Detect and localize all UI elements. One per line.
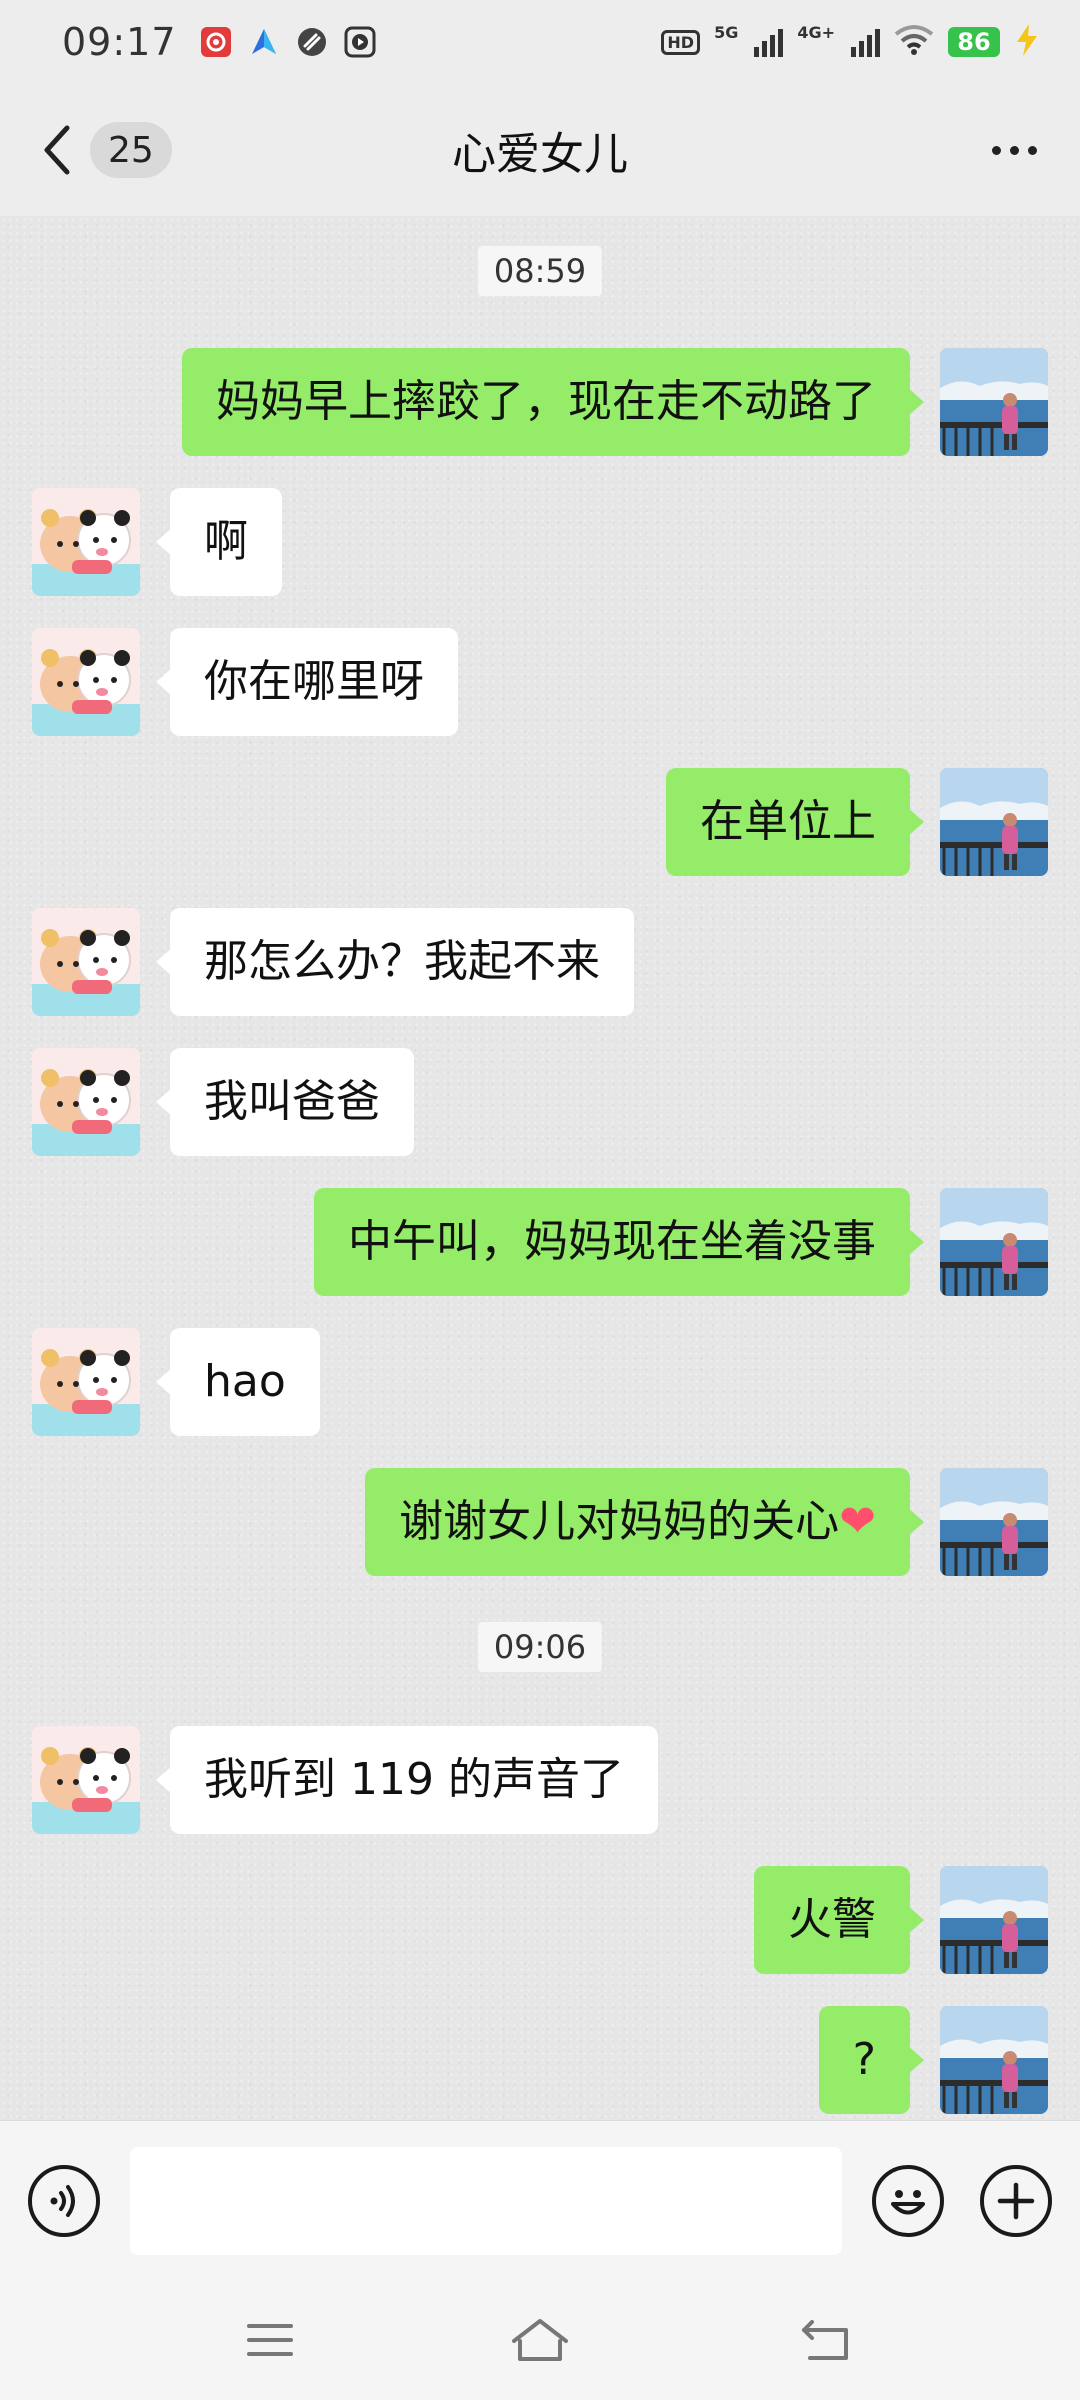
- time-divider: 08:59: [477, 246, 603, 296]
- contact-avatar[interactable]: [32, 488, 140, 596]
- self-avatar[interactable]: [940, 348, 1048, 456]
- more-dot-icon: [1009, 145, 1019, 155]
- emoji-button[interactable]: [872, 2165, 944, 2237]
- message-bubble[interactable]: 啊: [156, 488, 282, 596]
- navigation-icon: [247, 25, 281, 59]
- chevron-left-icon: [36, 122, 76, 178]
- battery-indicator: 86: [948, 27, 1000, 57]
- message-incoming: 我听到 119 的声音了: [0, 1726, 1080, 1834]
- message-incoming: 啊: [0, 488, 1080, 596]
- more-functions-button[interactable]: [980, 2165, 1052, 2237]
- link-icon: [295, 25, 329, 59]
- message-incoming: 你在哪里呀: [0, 628, 1080, 736]
- more-dot-icon: [1027, 145, 1037, 155]
- network-2-label: 4G+: [797, 23, 835, 42]
- signal-1-icon: [754, 27, 784, 57]
- message-bubble[interactable]: 我叫爸爸: [156, 1048, 414, 1156]
- back-arrow-icon: [802, 2320, 848, 2360]
- message-bubble[interactable]: 火警: [754, 1866, 924, 1974]
- message-incoming: hao: [0, 1328, 1080, 1436]
- message-outgoing: 在单位上: [0, 768, 1080, 876]
- message-outgoing: 火警: [0, 1866, 1080, 1974]
- contact-avatar[interactable]: [32, 1328, 140, 1436]
- contact-avatar[interactable]: [32, 908, 140, 1016]
- message-outgoing: 妈妈早上摔跤了，现在走不动路了: [0, 348, 1080, 456]
- chat-header: 25 心爱女儿: [0, 84, 1080, 216]
- message-bubble[interactable]: 在单位上: [666, 768, 924, 876]
- more-options-button[interactable]: [984, 130, 1044, 170]
- self-avatar[interactable]: [940, 1866, 1048, 1974]
- self-avatar[interactable]: [940, 2006, 1048, 2114]
- notification-icons: [199, 25, 377, 59]
- message-outgoing: 谢谢女儿对妈妈的关心❤: [0, 1468, 1080, 1576]
- chat-title: 心爱女儿: [452, 129, 628, 180]
- message-bubble[interactable]: 谢谢女儿对妈妈的关心❤: [365, 1468, 924, 1576]
- time-divider: 09:06: [477, 1622, 603, 1672]
- signal-2-icon: [851, 27, 880, 57]
- home-button[interactable]: [508, 2308, 572, 2372]
- home-icon: [512, 2319, 568, 2361]
- system-navigation-bar: [0, 2280, 1080, 2400]
- contact-avatar[interactable]: [32, 1048, 140, 1156]
- message-outgoing: ?: [0, 2006, 1080, 2114]
- message-incoming: 那怎么办？我起不来: [0, 908, 1080, 1016]
- app-notification-icon: [199, 25, 233, 59]
- heart-emoji-icon: ❤: [839, 1496, 876, 1547]
- contact-avatar[interactable]: [32, 1726, 140, 1834]
- status-left: 09:17: [62, 20, 377, 64]
- message-input[interactable]: [130, 2147, 842, 2255]
- contact-avatar[interactable]: [32, 628, 140, 736]
- charging-icon: [1014, 23, 1040, 61]
- recent-apps-button[interactable]: [238, 2308, 302, 2372]
- back-button[interactable]: 25: [36, 122, 172, 178]
- more-dot-icon: [991, 145, 1001, 155]
- message-text: 谢谢女儿对妈妈的关心: [399, 1496, 840, 1547]
- message-bubble[interactable]: 妈妈早上摔跤了，现在走不动路了: [182, 348, 924, 456]
- chat-message-list[interactable]: 08:59 妈妈早上摔跤了，现在走不动路了 啊 你在哪里呀 在单位上 那怎么办？…: [0, 216, 1080, 2120]
- self-avatar[interactable]: [940, 1468, 1048, 1576]
- self-avatar[interactable]: [940, 768, 1048, 876]
- network-1-label: 5G: [714, 23, 739, 42]
- message-outgoing: 中午叫，妈妈现在坐着没事: [0, 1188, 1080, 1296]
- message-bubble[interactable]: ?: [818, 2006, 925, 2114]
- message-bubble[interactable]: 中午叫，妈妈现在坐着没事: [314, 1188, 924, 1296]
- menu-icon: [247, 2324, 293, 2356]
- smiley-icon: [891, 2190, 925, 2215]
- voice-icon: [50, 2185, 75, 2217]
- status-right: HD 5G 4G+ 86: [661, 23, 1040, 61]
- message-bubble[interactable]: 你在哪里呀: [156, 628, 458, 736]
- message-bubble[interactable]: 那怎么办？我起不来: [156, 908, 634, 1016]
- unread-count-badge: 25: [90, 122, 172, 178]
- message-bubble[interactable]: 我听到 119 的声音了: [156, 1726, 658, 1834]
- message-bubble[interactable]: hao: [156, 1328, 320, 1436]
- wifi-icon: [894, 24, 934, 60]
- system-back-button[interactable]: [794, 2308, 858, 2372]
- message-incoming: 我叫爸爸: [0, 1048, 1080, 1156]
- input-bar: [0, 2120, 1080, 2280]
- status-bar: 09:17 HD 5G 4G+ 86: [0, 0, 1080, 84]
- status-time: 09:17: [62, 20, 177, 64]
- self-avatar[interactable]: [940, 1188, 1048, 1296]
- video-play-icon: [343, 25, 377, 59]
- voice-input-button[interactable]: [28, 2165, 100, 2237]
- hd-voice-indicator: HD: [661, 29, 701, 55]
- plus-icon: [997, 2182, 1035, 2220]
